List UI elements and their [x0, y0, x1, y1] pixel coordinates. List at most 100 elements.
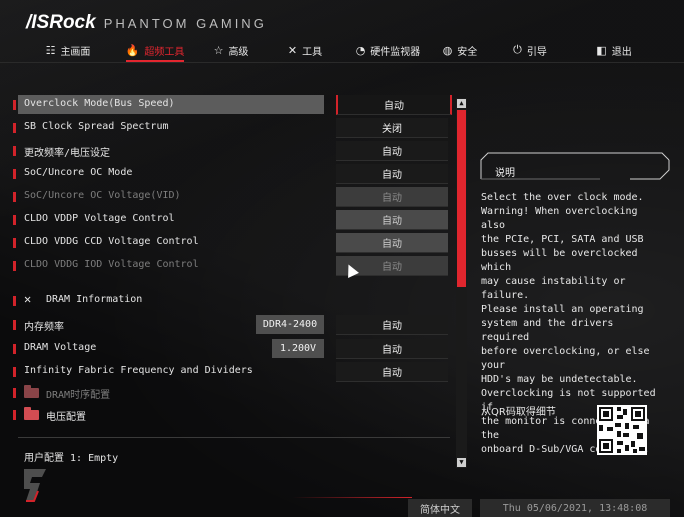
tab-label: 引导: [526, 46, 547, 58]
power-icon: ⏻: [513, 43, 522, 56]
footer-accent-line: [292, 497, 412, 498]
row-marker: [13, 344, 16, 354]
tab-boot[interactable]: ⏻ 引导: [486, 38, 574, 62]
tab-advanced[interactable]: ☆ 高级: [194, 38, 268, 62]
flame-icon: 🔥: [125, 43, 140, 57]
phantom-gaming-label: PHANTOM GAMING: [103, 15, 267, 31]
setting-value-select[interactable]: 自动: [336, 315, 448, 335]
tab-hw-monitor[interactable]: ◔ 硬件监视器: [342, 38, 434, 62]
row-marker: [13, 367, 16, 377]
setting-label: SoC/Uncore OC Voltage(VID): [24, 190, 181, 201]
tools-icon: ✕: [287, 43, 298, 57]
setting-value-select[interactable]: 自动: [336, 362, 448, 382]
setting-label: 内存频率: [24, 322, 64, 333]
folder-icon: [24, 407, 39, 420]
tab-main[interactable]: ☷ 主画面: [20, 38, 116, 62]
setting-label: DRAM Voltage: [24, 342, 97, 353]
section-label: DRAM Information: [46, 294, 143, 305]
setting-label: Infinity Fabric Frequency and Dividers: [24, 365, 253, 376]
phantom-gaming-logo: [20, 465, 50, 514]
setting-row-change-freq-voltage[interactable]: 更改频率/电压设定 自动: [0, 140, 456, 162]
datetime-display: Thu 05/06/2021, 13:48:08: [480, 499, 670, 517]
setting-label: 更改频率/电压设定: [24, 148, 111, 159]
row-marker: [13, 296, 16, 306]
setting-row-sb-spread-spectrum[interactable]: SB Clock Spread Spectrum 关闭: [0, 117, 456, 139]
setting-row-soc-oc-mode[interactable]: SoC/Uncore OC Mode 自动: [0, 163, 456, 185]
row-marker: [13, 410, 16, 420]
tab-tool[interactable]: ✕ 工具: [268, 38, 342, 62]
main-nav: ☷ 主画面 🔥 超频工具 ☆ 高级 ✕ 工具 ◔ 硬件监视器 ◍ 安全 ⏻ 引导…: [0, 38, 684, 62]
setting-row-memory-frequency[interactable]: 内存频率 DDR4-2400 自动: [0, 314, 456, 336]
scroll-up-icon[interactable]: ▲: [457, 99, 466, 108]
setting-label: CLDO VDDP Voltage Control: [24, 213, 175, 224]
setting-value-select: 自动: [336, 187, 448, 207]
setting-row-cldo-vddg-iod: CLDO VDDG IOD Voltage Control 自动: [0, 255, 456, 277]
setting-value-select[interactable]: 自动: [336, 339, 448, 359]
shield-icon: ◍: [442, 43, 453, 57]
setting-value-input[interactable]: 自动: [336, 210, 448, 230]
setting-label: CLDO VDDG CCD Voltage Control: [24, 236, 199, 247]
tab-label: 硬件监视器: [370, 46, 421, 58]
setting-label: CLDO VDDG IOD Voltage Control: [24, 259, 199, 270]
submenu-label: 电压配置: [46, 412, 86, 423]
submenu-dram-timing[interactable]: DRAM时序配置: [0, 382, 456, 404]
folder-icon: [24, 385, 39, 398]
tab-label: 高级: [228, 46, 249, 58]
qr-code-icon: [597, 405, 647, 455]
setting-value-select[interactable]: 自动: [336, 141, 448, 161]
current-value-readout: 1.200V: [272, 339, 324, 358]
list-icon: ☷: [45, 43, 56, 57]
scroll-down-icon[interactable]: ▼: [457, 458, 466, 467]
setting-row-cldo-vddg-ccd[interactable]: CLDO VDDG CCD Voltage Control 自动: [0, 232, 456, 254]
language-selector[interactable]: 简体中文: [408, 499, 472, 517]
pg-emblem-icon: [24, 469, 46, 502]
row-marker: [13, 320, 16, 330]
tab-label: 主画面: [60, 46, 91, 58]
setting-row-cldo-vddp[interactable]: CLDO VDDP Voltage Control 自动: [0, 209, 456, 231]
brand: /ISRock PHANTOM GAMING: [26, 12, 267, 34]
scroll-thumb[interactable]: [457, 110, 466, 287]
user-profile-label[interactable]: 用户配置 1: Empty: [24, 449, 118, 464]
tab-label: 工具: [302, 46, 323, 58]
submenu-voltage-config[interactable]: 电压配置: [0, 404, 456, 426]
asrock-logo: /ISRock: [26, 12, 96, 33]
row-marker: [13, 100, 16, 110]
setting-value-input[interactable]: 自动: [336, 233, 448, 253]
row-marker: [13, 238, 16, 248]
header: /ISRock PHANTOM GAMING ☷ 主画面 🔥 超频工具 ☆ 高级…: [0, 0, 684, 64]
setting-row-dram-voltage[interactable]: DRAM Voltage 1.200V 自动: [0, 338, 456, 360]
setting-label: Overclock Mode(Bus Speed): [24, 98, 175, 109]
setting-value-select[interactable]: 自动: [336, 164, 448, 184]
qr-label: 从QR码取得细节: [481, 407, 556, 418]
exit-icon: ◧: [596, 43, 607, 57]
tab-security[interactable]: ◍ 安全: [434, 38, 486, 62]
settings-scrollbar[interactable]: ▲ ▼: [456, 98, 467, 468]
setting-value-select[interactable]: 自动: [336, 95, 452, 115]
row-marker: [13, 192, 16, 202]
section-dram-information[interactable]: ✕ DRAM Information: [0, 290, 456, 312]
row-marker: [13, 146, 16, 156]
current-value-readout: DDR4-2400: [256, 315, 324, 334]
row-marker: [13, 388, 16, 398]
row-marker: [13, 169, 16, 179]
tab-label: 超频工具: [144, 46, 185, 58]
help-title: 说明: [495, 168, 515, 179]
setting-value-select[interactable]: 关闭: [336, 118, 448, 138]
gauge-icon: ◔: [355, 43, 366, 57]
setting-row-overclock-mode[interactable]: Overclock Mode(Bus Speed) 自动: [0, 94, 456, 116]
setting-row-infinity-fabric[interactable]: Infinity Fabric Frequency and Dividers 自…: [0, 361, 456, 383]
setting-label: SB Clock Spread Spectrum: [24, 121, 169, 132]
row-marker: [13, 215, 16, 225]
submenu-label: DRAM时序配置: [46, 390, 111, 401]
list-divider: [18, 437, 450, 438]
setting-row-soc-oc-voltage: SoC/Uncore OC Voltage(VID) 自动: [0, 186, 456, 208]
tools-icon: ✕: [24, 292, 32, 306]
setting-label: SoC/Uncore OC Mode: [24, 167, 133, 178]
row-marker: [13, 261, 16, 271]
nav-divider: [0, 62, 684, 63]
tab-label: 退出: [611, 46, 632, 58]
tab-oc-tweaker[interactable]: 🔥 超频工具: [116, 38, 194, 62]
tab-exit[interactable]: ◧ 退出: [574, 38, 654, 62]
row-marker: [13, 123, 16, 133]
star-icon: ☆: [213, 43, 224, 57]
